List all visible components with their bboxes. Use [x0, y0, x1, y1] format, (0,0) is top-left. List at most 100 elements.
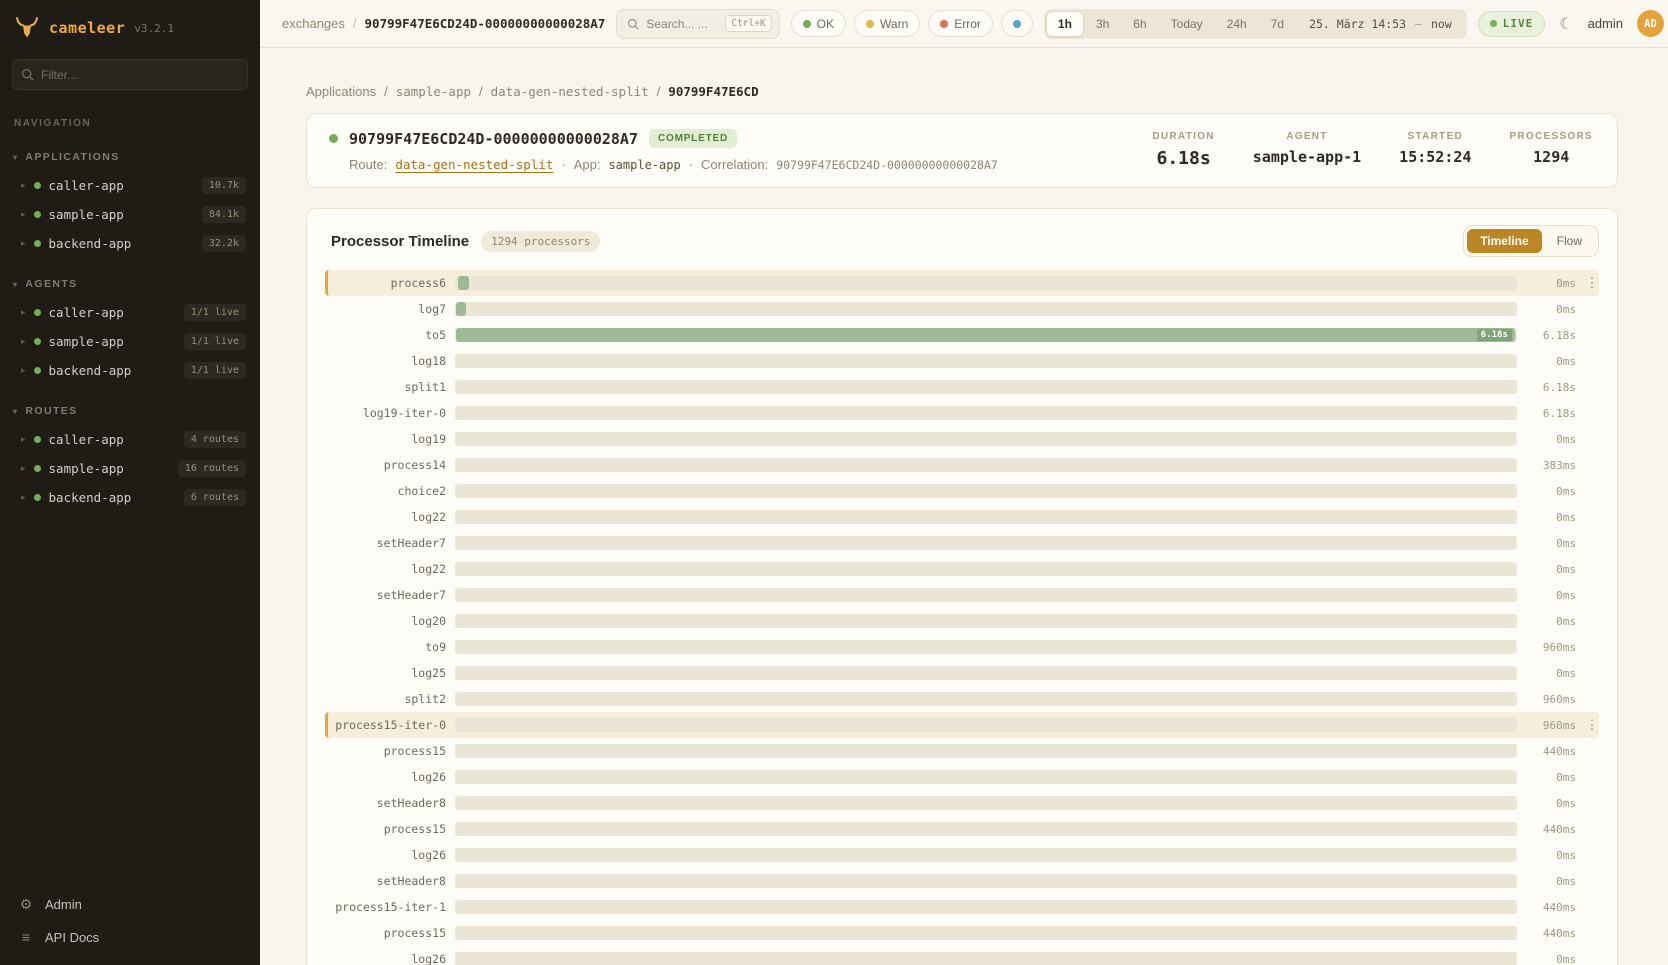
sidebar-item-application[interactable]: ▸ sample-app 84.1k [0, 200, 260, 229]
navigation-label: NAVIGATION [0, 96, 260, 131]
timeline-row[interactable]: choice2 0ms ⋮ [325, 478, 1599, 504]
breadcrumb-separator: / [353, 16, 357, 31]
status-filter-chip[interactable]: Error [928, 10, 993, 37]
sidebar-item-route[interactable]: ▸ caller-app 4 routes [0, 425, 260, 454]
sidebar-item-api-docs[interactable]: ≡ API Docs [0, 921, 260, 953]
caret-right-icon: ▸ [21, 238, 26, 249]
nav-group-header-agents[interactable]: ▾ AGENTS [0, 266, 260, 298]
time-range-button[interactable]: Today [1159, 11, 1215, 37]
row-menu-icon[interactable]: ⋮ [1585, 717, 1599, 733]
breadcrumb-app[interactable]: sample-app [396, 84, 471, 99]
timeline-row[interactable]: setHeader7 0ms ⋮ [325, 582, 1599, 608]
status-filter-label: Warn [880, 17, 908, 31]
timeline-row[interactable]: log25 0ms ⋮ [325, 660, 1599, 686]
row-duration: 6.18s [1526, 407, 1576, 420]
search-box[interactable]: Ctrl+K [616, 9, 779, 39]
timeline-row[interactable]: process15-iter-1 440ms ⋮ [325, 894, 1599, 920]
timeline-track [455, 874, 1517, 888]
exchange-metrics: DURATION 6.18s AGENT sample-app-1 STARTE… [1152, 129, 1593, 169]
time-range-button[interactable]: 1h [1046, 11, 1084, 37]
sidebar-item-route[interactable]: ▸ backend-app 6 routes [0, 483, 260, 512]
search-shortcut: Ctrl+K [725, 15, 771, 32]
date-range-display[interactable]: 25. März 14:53 — now [1296, 17, 1465, 31]
timeline-row[interactable]: log26 0ms ⋮ [325, 764, 1599, 790]
timeline-track [455, 640, 1517, 654]
processor-name: setHeader7 [328, 588, 446, 602]
sidebar-filter[interactable] [12, 59, 248, 90]
status-filter-chip[interactable] [1001, 10, 1033, 37]
timeline-row[interactable]: log22 0ms ⋮ [325, 556, 1599, 582]
timeline-row[interactable]: process15-iter-0 960ms ⋮ [325, 712, 1599, 738]
timeline-row[interactable]: log19 0ms ⋮ [325, 426, 1599, 452]
live-toggle[interactable]: LIVE [1478, 11, 1546, 37]
breadcrumb-applications[interactable]: Applications [306, 84, 376, 99]
dark-mode-icon[interactable]: ☾ [1559, 14, 1573, 34]
docs-icon: ≡ [18, 929, 34, 945]
nav-group-header-applications[interactable]: ▾ APPLICATIONS [0, 139, 260, 171]
sidebar-item-route[interactable]: ▸ sample-app 16 routes [0, 454, 260, 483]
sidebar-item-admin[interactable]: ⚙ Admin [0, 888, 260, 921]
breadcrumb-exchanges-link[interactable]: exchanges [282, 16, 345, 31]
timeline-row[interactable]: setHeader7 0ms ⋮ [325, 530, 1599, 556]
timeline-row[interactable]: split1 6.18s ⋮ [325, 374, 1599, 400]
sidebar-item-agent[interactable]: ▸ caller-app 1/1 live [0, 298, 260, 327]
metric-value: sample-app-1 [1253, 148, 1361, 166]
sidebar-item-agent[interactable]: ▸ backend-app 1/1 live [0, 356, 260, 385]
correlation-value: 90799F47E6CD24D-00000000000028A7 [776, 158, 998, 172]
timeline-track [455, 822, 1517, 836]
status-dot [34, 465, 41, 472]
metric: AGENT sample-app-1 [1253, 131, 1361, 169]
route-link[interactable]: data-gen-nested-split [395, 157, 553, 172]
timeline-row[interactable]: process6 0ms ⋮ [325, 270, 1599, 296]
timeline-row[interactable]: to9 960ms ⋮ [325, 634, 1599, 660]
view-toggle-button[interactable]: Flow [1544, 229, 1595, 253]
app-logo: cameleer v3.2.1 [0, 0, 260, 51]
nav-group-label: AGENTS [25, 278, 77, 290]
timeline-row[interactable]: log26 0ms ⋮ [325, 946, 1599, 965]
timeline-row[interactable]: log19-iter-0 6.18s ⋮ [325, 400, 1599, 426]
bar-duration-label: 6.18s [1477, 329, 1512, 341]
time-range-button[interactable]: 6h [1121, 11, 1158, 37]
sidebar-item-badge: 1/1 live [184, 304, 246, 321]
sidebar-item-agent[interactable]: ▸ sample-app 1/1 live [0, 327, 260, 356]
row-menu-icon[interactable]: ⋮ [1585, 275, 1599, 291]
time-range-button[interactable]: 7d [1259, 11, 1296, 37]
avatar[interactable]: AD [1637, 10, 1664, 37]
metric-value: 1294 [1509, 148, 1593, 166]
nav-group-header-routes[interactable]: ▾ ROUTES [0, 393, 260, 425]
processor-timeline-card: Processor Timeline 1294 processors Timel… [306, 208, 1618, 965]
sidebar-item-label: caller-app [49, 178, 124, 193]
timeline-track [455, 562, 1517, 576]
timeline-row[interactable]: log7 0ms ⋮ [325, 296, 1599, 322]
breadcrumb-route[interactable]: data-gen-nested-split [491, 84, 649, 99]
timeline-row[interactable]: split2 960ms ⋮ [325, 686, 1599, 712]
filter-input[interactable] [12, 59, 248, 90]
status-filter-chip[interactable]: OK [791, 10, 846, 37]
timeline-row[interactable]: setHeader8 0ms ⋮ [325, 868, 1599, 894]
sidebar-item-badge: 10.7k [202, 177, 246, 194]
sidebar-item-application[interactable]: ▸ caller-app 10.7k [0, 171, 260, 200]
status-dot [34, 367, 41, 374]
timeline-row[interactable]: process15 440ms ⋮ [325, 738, 1599, 764]
goat-logo-icon [14, 15, 40, 41]
timeline-row[interactable]: process14 383ms ⋮ [325, 452, 1599, 478]
timeline-row[interactable]: log26 0ms ⋮ [325, 842, 1599, 868]
view-toggle-button[interactable]: Timeline [1467, 229, 1541, 253]
timeline-row[interactable]: setHeader8 0ms ⋮ [325, 790, 1599, 816]
timeline-row[interactable]: log18 0ms ⋮ [325, 348, 1599, 374]
processor-name: log22 [328, 562, 446, 576]
metric-label: DURATION [1152, 131, 1214, 142]
timeline-row[interactable]: to5 6.18s 6.18s ⋮ [325, 322, 1599, 348]
sidebar-item-application[interactable]: ▸ backend-app 32.2k [0, 229, 260, 258]
processor-name: log26 [328, 848, 446, 862]
timeline-row[interactable]: log22 0ms ⋮ [325, 504, 1599, 530]
search-input[interactable] [646, 17, 718, 31]
status-filter-chip[interactable]: Warn [854, 10, 920, 37]
timeline-track [455, 952, 1517, 965]
timeline-row[interactable]: log20 0ms ⋮ [325, 608, 1599, 634]
timeline-row[interactable]: process15 440ms ⋮ [325, 816, 1599, 842]
time-range-button[interactable]: 3h [1084, 11, 1121, 37]
timeline-row[interactable]: process15 440ms ⋮ [325, 920, 1599, 946]
processor-name: setHeader8 [328, 874, 446, 888]
time-range-button[interactable]: 24h [1215, 11, 1259, 37]
